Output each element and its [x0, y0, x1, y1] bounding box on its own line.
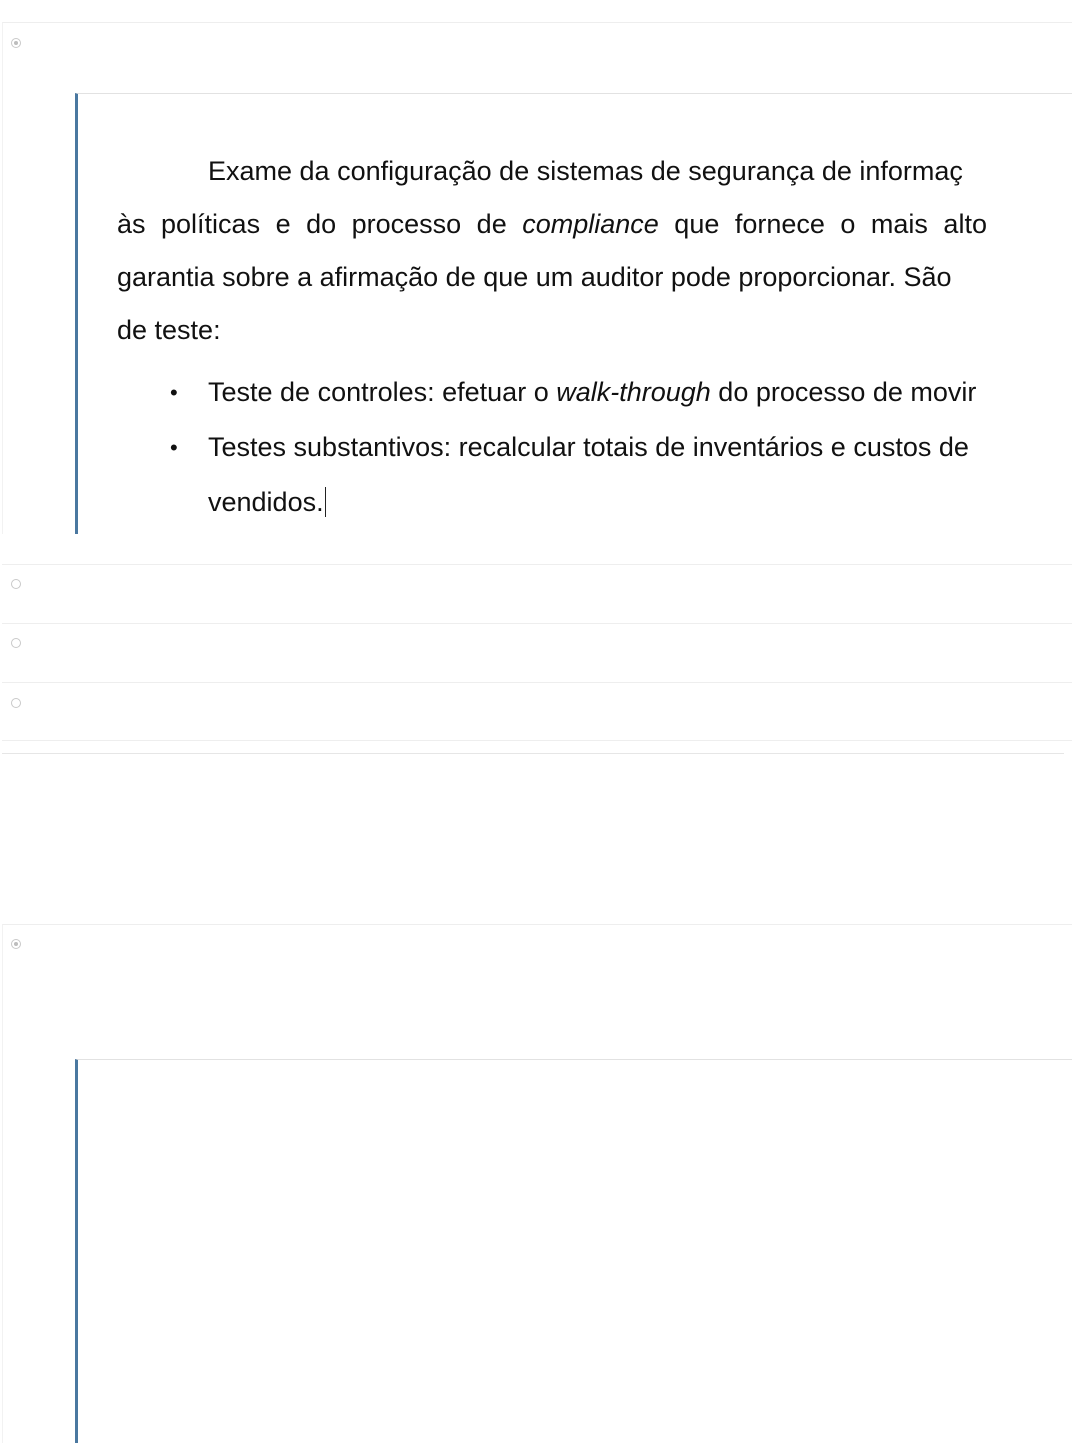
bullet-icon: • — [170, 380, 178, 405]
radio-button-q2-option-1[interactable] — [11, 939, 21, 949]
paragraph-line-4: de teste: — [117, 315, 221, 345]
radio-button-option-1[interactable] — [11, 38, 21, 48]
option-row-3[interactable] — [2, 623, 1072, 682]
option-row-4[interactable] — [2, 682, 1072, 741]
bullet-icon: • — [170, 435, 178, 460]
list-item-text-line-2[interactable]: vendidos. — [208, 487, 324, 517]
paragraph-line-2-emphasis: compliance — [522, 209, 659, 239]
answer-block-2 — [75, 1059, 1072, 1443]
radio-button-option-4[interactable] — [11, 698, 21, 708]
option-row-2[interactable] — [2, 564, 1072, 623]
answer-text: Exame da configuração de sistemas de seg… — [117, 145, 1072, 530]
radio-button-option-3[interactable] — [11, 638, 21, 648]
paragraph-line-2-end: que fornece o mais alto — [658, 209, 987, 239]
question-divider — [2, 753, 1064, 754]
list-item-emphasis: walk-through — [556, 377, 711, 407]
list-item-text-start: Teste de controles: efetuar o — [208, 377, 557, 407]
list-item-text-line-1: Testes substantivos: recalcular totais d… — [208, 432, 969, 462]
radio-button-option-2[interactable] — [11, 579, 21, 589]
list-item: • Testes substantivos: recalcular totais… — [170, 420, 1072, 530]
text-cursor — [324, 487, 326, 517]
page: Exame da configuração de sistemas de seg… — [0, 0, 1072, 1443]
paragraph-line-2-start: às políticas e do processo de — [117, 209, 523, 239]
list-item: • Teste de controles: efetuar o walk-thr… — [170, 365, 1072, 420]
paragraph-line-2: às políticas e do processo de compliance… — [117, 209, 987, 239]
test-types-list: • Teste de controles: efetuar o walk-thr… — [117, 365, 1072, 530]
answer-paragraph: Exame da configuração de sistemas de seg… — [117, 145, 1072, 357]
paragraph-line-3: garantia sobre a afirmação de que um aud… — [117, 262, 952, 292]
paragraph-line-1: Exame da configuração de sistemas de seg… — [208, 156, 963, 186]
list-item-text-end: do processo de movir — [710, 377, 977, 407]
